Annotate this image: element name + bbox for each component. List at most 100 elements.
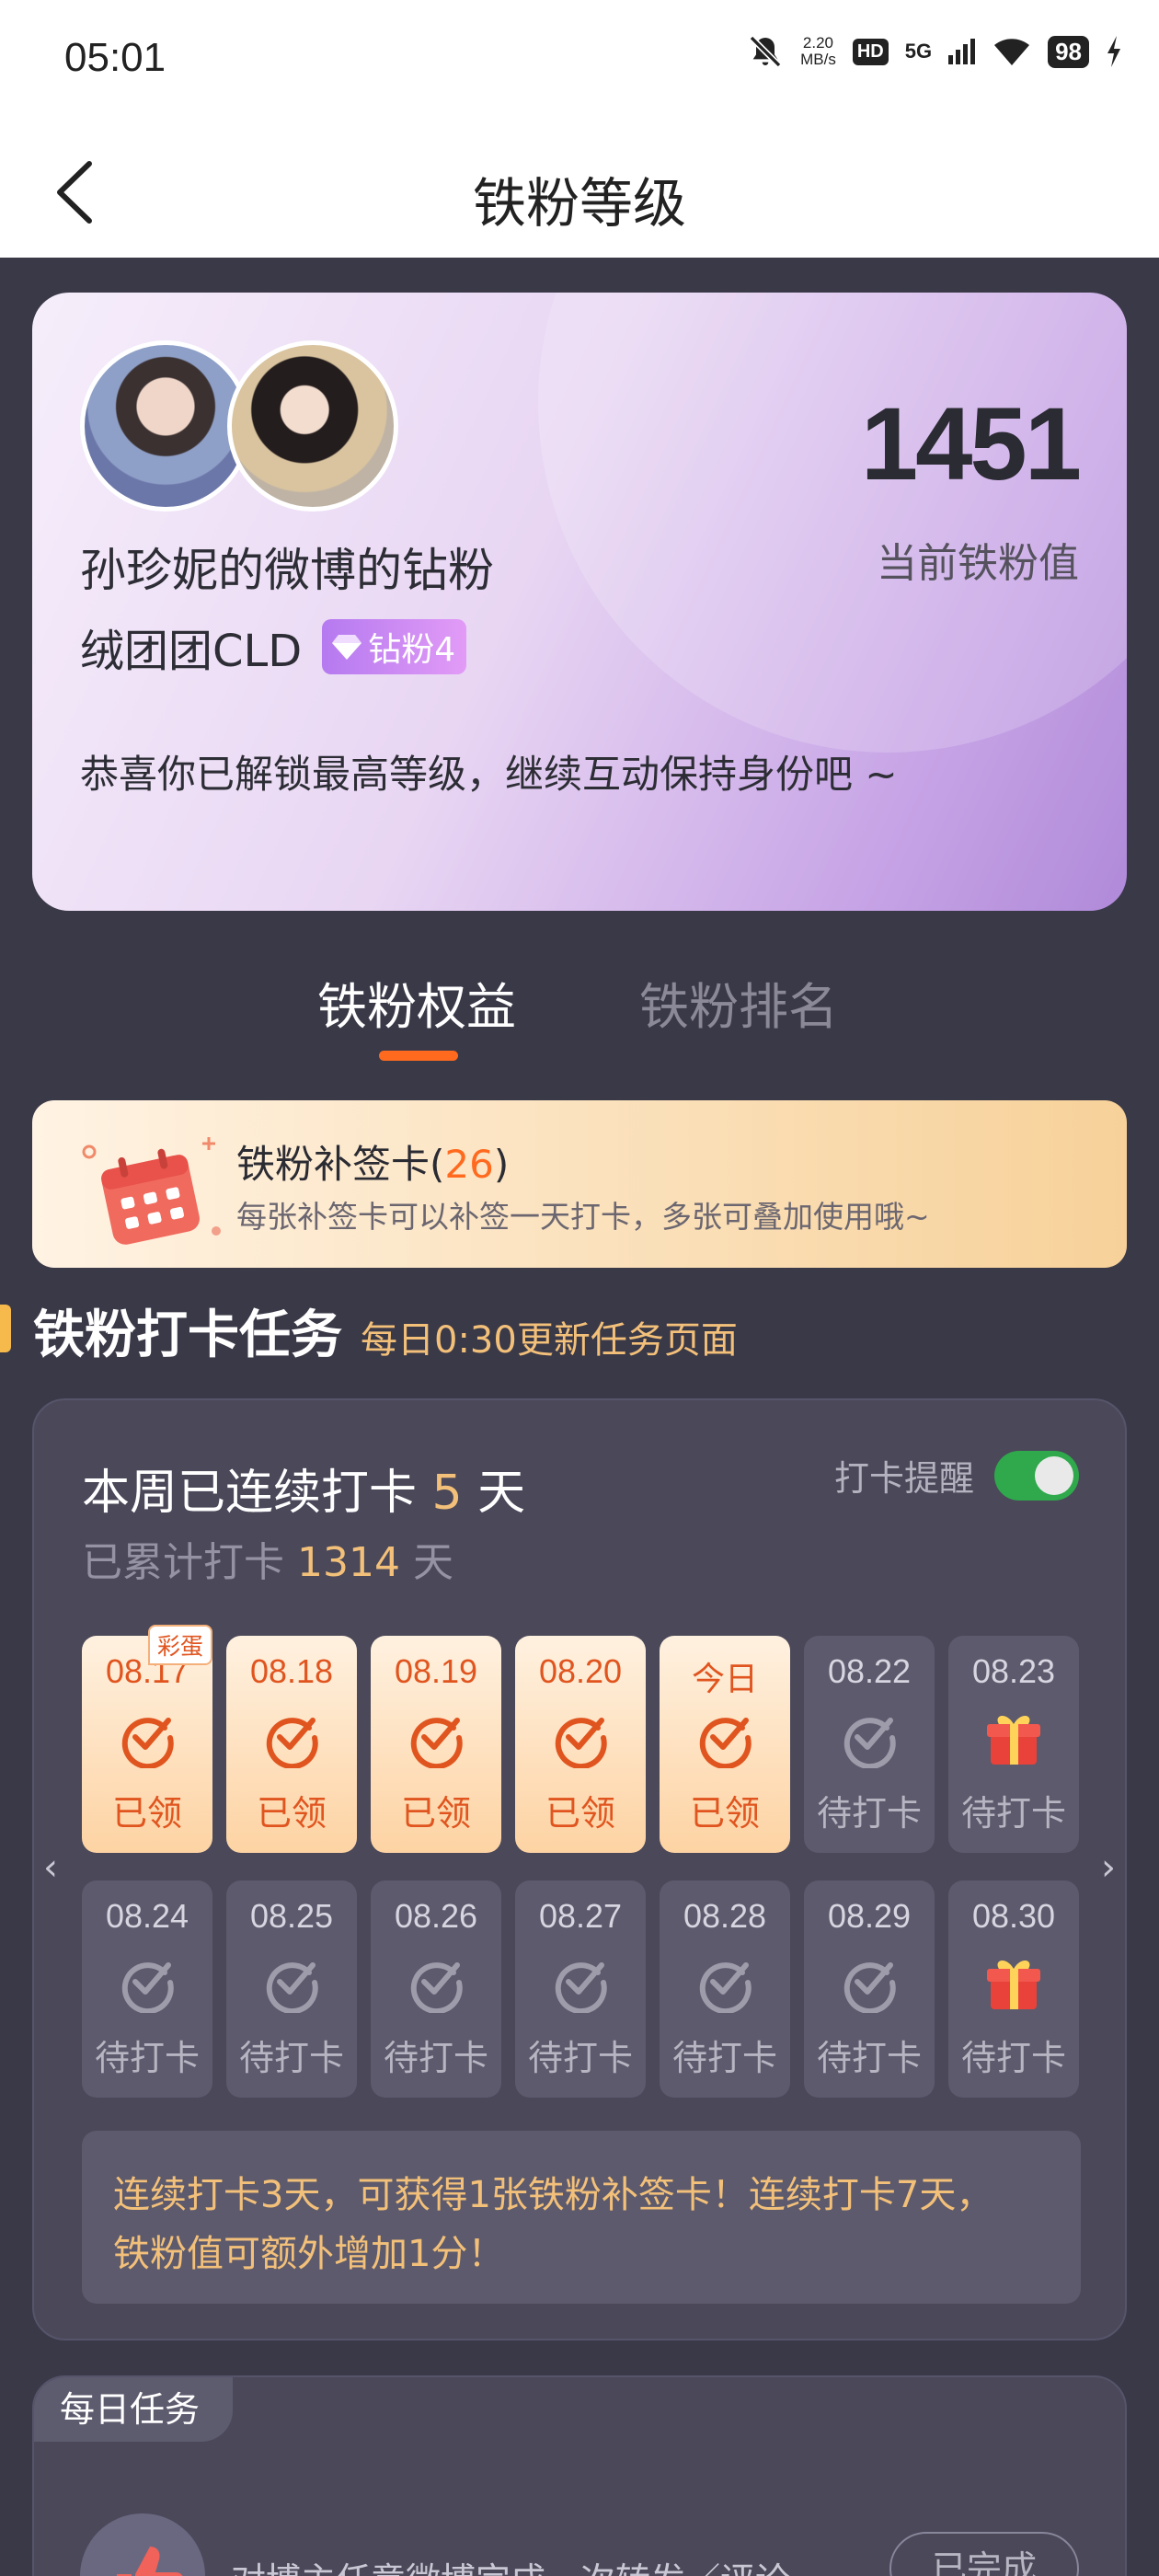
check-circle-icon (117, 1952, 178, 2015)
checkin-day-status: 已领 (111, 1793, 182, 1834)
checkin-day-date: 08.19 (394, 1652, 478, 1690)
profile-card: 孙珍妮的微博的钻粉 绒团团CLD 钻粉4 恭喜你已解锁最高等级，继续互动保持身份… (32, 293, 1127, 911)
toggle-knob (1035, 1455, 1073, 1495)
checkin-day-4[interactable]: 今日 已领 (660, 1636, 790, 1853)
makeup-card-title: 铁粉补签卡(26) (236, 1133, 509, 1190)
checkin-day-10[interactable]: 08.27 待打卡 (515, 1880, 646, 2098)
checkin-day-status: 已领 (545, 1793, 615, 1834)
checkin-panel: 本周已连续打卡 5 天 已累计打卡 1314 天 打卡提醒 ‹ › 08.17 已… (32, 1398, 1127, 2340)
checkin-day-status: 待打卡 (671, 2038, 777, 2078)
status-icons: 2.20 MB/s HD 5G 98 (747, 33, 1122, 70)
checkin-day-0[interactable]: 08.17 已领 彩蛋 (82, 1625, 212, 1853)
checkin-day-status: 待打卡 (816, 1793, 922, 1834)
makeup-card-title-text: 铁粉补签卡 (236, 1142, 430, 1187)
makeup-card-paren-close: ) (493, 1142, 510, 1187)
reminder-toggle[interactable] (994, 1450, 1079, 1501)
checkin-day-date: 今日 (691, 1660, 758, 1697)
avatar-fan[interactable] (80, 340, 251, 512)
gift-icon (983, 1952, 1044, 2013)
checkin-day-status: 已领 (256, 1793, 327, 1834)
page-header: 铁粉等级 (0, 129, 1159, 258)
checkin-day-date: 08.23 (971, 1652, 1056, 1690)
daily-task-text: 对博主任意微博完成一次转发／评论 (231, 2552, 790, 2576)
easter-egg-tag: 彩蛋 (147, 1625, 212, 1665)
check-circle-icon (261, 1952, 322, 2015)
level-badge-label: 钻粉4 (368, 631, 456, 669)
checkin-day-12[interactable]: 08.29 待打卡 (804, 1880, 935, 2098)
checkin-day-status: 待打卡 (960, 1793, 1066, 1834)
tab-indicator (379, 1051, 458, 1061)
checkin-day-status: 待打卡 (383, 2038, 488, 2078)
check-circle-icon (261, 1708, 322, 1770)
daily-tasks-tag: 每日任务 (34, 2377, 234, 2442)
calendar-icon (82, 1137, 221, 1245)
checkin-day-13[interactable]: 08.30 待打卡 (948, 1880, 1079, 2098)
fan-score-label: 当前铁粉值 (877, 540, 1079, 587)
checkin-day-date: 08.18 (249, 1652, 334, 1690)
checkin-rule: 连续打卡3天，可获得1张铁粉补签卡！连续打卡7天， 铁粉值可额外增加1分！ (82, 2131, 1081, 2304)
check-circle-icon (550, 1952, 611, 2015)
fan-level-name: 孙珍妮的微博的钻粉 (80, 544, 494, 597)
mute-bell-icon (749, 35, 782, 68)
makeup-card-count: 26 (444, 1142, 494, 1187)
checkin-day-grid: 08.17 已领 彩蛋 08.18 已领 08.19 已领 08.20 已领 今日 已领 08.22 待… (82, 1625, 1081, 2098)
checkin-day-date: 08.24 (105, 1897, 189, 1935)
checkin-day-date: 08.28 (683, 1897, 767, 1935)
checkin-day-2[interactable]: 08.19 已领 (371, 1636, 501, 1853)
gift-icon (983, 1708, 1044, 1768)
checkin-day-5[interactable]: 08.22 待打卡 (804, 1636, 935, 1853)
weekly-streak: 本周已连续打卡 5 天 (82, 1454, 525, 1523)
signal-label: 5G (904, 40, 933, 63)
section-accent-bar (0, 1305, 11, 1352)
page-title: 铁粉等级 (472, 172, 686, 235)
checkin-day-8[interactable]: 08.25 待打卡 (226, 1880, 357, 2098)
prev-week-arrow[interactable]: ‹ (43, 1846, 58, 1889)
network-speed: 2.20 MB/s (800, 35, 836, 68)
checkin-day-11[interactable]: 08.28 待打卡 (660, 1880, 790, 2098)
tab-ranking[interactable]: 铁粉排名 (639, 966, 838, 1039)
checkin-day-date: 08.20 (538, 1652, 623, 1690)
status-bar: 05:01 2.20 MB/s HD 5G 98 (0, 0, 1159, 129)
checkin-day-status: 待打卡 (94, 2038, 200, 2078)
checkin-day-9[interactable]: 08.26 待打卡 (371, 1880, 501, 2098)
checkin-day-3[interactable]: 08.20 已领 (515, 1636, 646, 1853)
checkin-day-7[interactable]: 08.24 待打卡 (82, 1880, 212, 2098)
check-circle-icon (406, 1952, 466, 2015)
checkin-day-date: 08.27 (538, 1897, 623, 1935)
checkin-day-status: 已领 (689, 1793, 760, 1834)
tab-benefits[interactable]: 铁粉权益 (317, 966, 516, 1039)
check-circle-icon (839, 1708, 900, 1770)
checkin-rule-line2: 铁粉值可额外增加1分！ (113, 2233, 505, 2275)
makeup-card-paren-open: ( (430, 1142, 445, 1187)
checkin-day-status: 待打卡 (238, 2038, 344, 2078)
makeup-card-banner[interactable]: 铁粉补签卡(26) 每张补签卡可以补签一天打卡，多张可叠加使用哦~ (32, 1100, 1127, 1268)
diamond-icon (332, 635, 362, 660)
checkin-section-subtitle: 每日0:30更新任务页面 (361, 1319, 738, 1362)
checkin-day-date: 08.22 (827, 1652, 912, 1690)
daily-task-status-button[interactable]: 已完成 (889, 2532, 1079, 2576)
battery-level: 98 (1048, 35, 1089, 68)
total-checkins-suffix: 天 (412, 1539, 453, 1586)
next-week-arrow[interactable]: › (1101, 1846, 1116, 1889)
checkin-day-6[interactable]: 08.23 待打卡 (948, 1636, 1079, 1853)
check-circle-icon (117, 1708, 178, 1770)
network-speed-value: 2.20 (802, 34, 833, 52)
checkin-day-date: 08.25 (249, 1897, 334, 1935)
checkin-day-1[interactable]: 08.18 已领 (226, 1636, 357, 1853)
signal-icon (948, 39, 976, 64)
checkin-day-status: 待打卡 (960, 2038, 1066, 2078)
checkin-section-title: 铁粉打卡任务 (33, 1305, 342, 1365)
total-checkins: 已累计打卡 1314 天 (82, 1529, 453, 1588)
avatar-idol[interactable] (227, 340, 398, 512)
checkin-rule-line1: 连续打卡3天，可获得1张铁粉补签卡！连续打卡7天， (113, 2174, 993, 2216)
wifi-icon (994, 39, 1030, 65)
reminder-label: 打卡提醒 (833, 1458, 974, 1499)
total-checkins-days: 1314 (297, 1539, 400, 1586)
checkin-day-status: 待打卡 (816, 2038, 922, 2078)
total-checkins-prefix: 已累计打卡 (82, 1539, 284, 1586)
tab-bar: 铁粉权益 铁粉排名 (0, 957, 1159, 1067)
fan-score-value: 1451 (860, 386, 1082, 501)
checkin-day-status: 待打卡 (527, 2038, 633, 2078)
status-time: 05:01 (64, 35, 166, 80)
check-circle-icon (550, 1708, 611, 1770)
